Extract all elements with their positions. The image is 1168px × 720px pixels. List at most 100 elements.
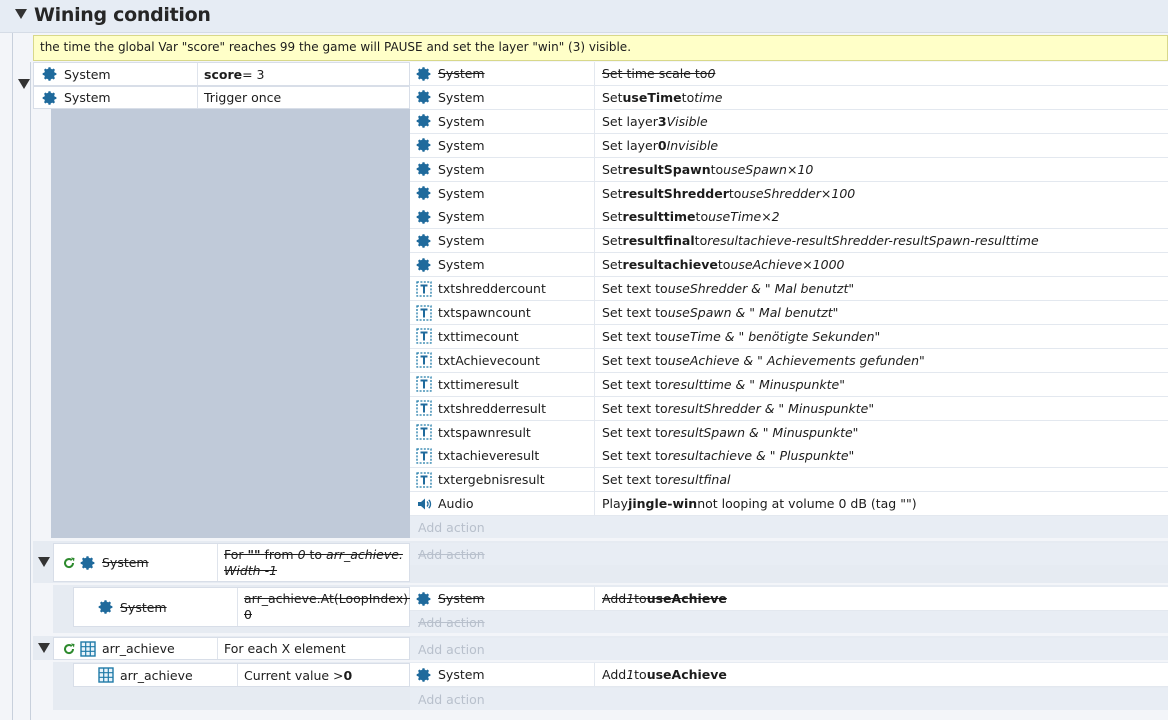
action-text: Set resultShredder to useShredder×100 <box>596 182 855 205</box>
action-text: Set resultSpawn to useSpawn×10 <box>596 158 813 181</box>
action-italic: resultfinal <box>667 472 731 488</box>
add-action-link[interactable]: Add action <box>410 611 1168 633</box>
action-pre: Set text to <box>602 328 668 344</box>
action-row[interactable]: System Set resultfinal to resultachieve-r… <box>410 229 1168 254</box>
action-object: System <box>410 157 595 181</box>
condition-row[interactable]: System Trigger once <box>33 86 410 109</box>
action-object: txtshredderresult <box>410 396 595 420</box>
action-italic: resultachieve-resultShredder-resultSpawn… <box>707 233 1039 249</box>
action-row[interactable]: System Set layer 0 Invisible <box>410 133 1168 158</box>
action-text: Set useTime to time <box>596 86 722 109</box>
action-object-name: System <box>438 233 485 249</box>
action-italic: useShredder & " Mal benutzt" <box>667 281 855 297</box>
action-pre: Set <box>602 89 623 105</box>
add-action-link[interactable]: Add action <box>410 543 1168 565</box>
for-end-line2: Width -1 <box>224 562 278 578</box>
condition-row[interactable]: System arr_achieve.At(LoopIndex) > 0 <box>73 587 422 627</box>
event-collapse-icon[interactable] <box>18 79 30 89</box>
condition-row[interactable]: arr_achieve For each X element <box>53 637 410 660</box>
action-text: Set text to useShredder & " Mal benutzt" <box>596 277 854 300</box>
action-object-name: System <box>438 257 485 273</box>
action-row[interactable]: txtspawncount Set text to useSpawn & " Ma… <box>410 301 1168 325</box>
action-object-name: System <box>438 667 485 682</box>
action-row[interactable]: txtshreddercount Set text to useShredder … <box>410 277 1168 302</box>
action-row[interactable]: System Set resultShredder to useShredder×… <box>410 181 1168 206</box>
action-mid: to <box>710 161 724 177</box>
compare-pre: Current value > <box>244 667 344 683</box>
speaker-icon <box>418 498 432 510</box>
action-row[interactable]: txttimecount Set text to useTime & " benö… <box>410 324 1168 349</box>
action-pre: Set <box>602 233 623 249</box>
collapse-triangle-icon[interactable] <box>15 9 27 19</box>
action-mid: not looping at volume 0 dB (tag "") <box>697 496 917 512</box>
action-row[interactable]: System Set resultSpawn to useSpawn×10 <box>410 157 1168 182</box>
action-italic: resulttime & " Minuspunkte" <box>667 376 845 392</box>
condition-row[interactable]: System score = 3 <box>33 62 410 86</box>
action-row[interactable]: System Set layer 3 Visible <box>410 109 1168 134</box>
condition-object: arr_achieve <box>54 638 218 659</box>
event-comment[interactable]: the time the global Var "score" reaches … <box>33 35 1168 61</box>
gear-icon <box>416 210 431 224</box>
action-row[interactable]: txtachieveresult Set text to resultachiev… <box>410 444 1168 469</box>
action-object: System <box>410 229 595 253</box>
action-text: Set layer 0 Invisible <box>596 134 718 157</box>
for-pre: For <box>224 546 248 562</box>
action-mid: to <box>728 185 742 201</box>
action-object-name: System <box>438 209 485 225</box>
action-text: Add 1 to useAchieve <box>596 663 727 686</box>
action-row[interactable]: txtAchievecount Set text to useAchieve & … <box>410 348 1168 373</box>
action-object: txtspawnresult <box>410 420 595 444</box>
action-italic: useShredder×100 <box>741 185 856 201</box>
add-action-link[interactable]: Add action <box>410 516 1168 538</box>
action-pre: Set text to <box>602 352 668 368</box>
action-text: Set resultachieve to useAchieve×1000 <box>596 253 844 276</box>
action-row[interactable]: System Set time scale to 0 <box>410 62 1168 86</box>
action-object-name: System <box>438 89 485 105</box>
action-object: System <box>410 109 595 133</box>
action-row[interactable]: txtshredderresult Set text to resultShred… <box>410 396 1168 421</box>
action-object-name: System <box>438 185 485 201</box>
event-collapse-icon[interactable] <box>38 643 50 653</box>
text-icon <box>416 424 432 440</box>
action-text: Set layer 3 Visible <box>596 110 708 133</box>
action-row[interactable]: System Add 1 to useAchieve <box>410 587 1168 611</box>
action-italic: time <box>694 89 723 105</box>
gear-icon <box>416 591 431 606</box>
condition-object-name: System <box>64 90 111 105</box>
action-row[interactable]: System Set resulttime to useTime×2 <box>410 205 1168 230</box>
gear-icon <box>42 67 57 81</box>
action-italic: resultachieve & " Pluspunkte" <box>667 448 855 464</box>
action-object: System <box>410 205 595 229</box>
action-object: txttimeresult <box>410 372 595 396</box>
action-row[interactable]: System Set resultachieve to useAchieve×10… <box>410 253 1168 278</box>
gear-icon <box>80 555 95 570</box>
action-pre: Play <box>602 496 629 512</box>
action-text: Set text to resultSpawn & " Minuspunkte" <box>596 421 858 444</box>
action-pre: Set <box>602 185 623 201</box>
condition-row[interactable]: arr_achieve Current value > 0 <box>73 663 410 687</box>
condition-row[interactable]: System For "" from 0 to arr_achieve. Wid… <box>53 543 410 582</box>
action-bold: useTime <box>622 89 682 105</box>
action-text: Set text to resulttime & " Minuspunkte" <box>596 373 845 396</box>
action-object: System <box>410 133 595 157</box>
action-object: txttimecount <box>410 324 595 348</box>
event-collapse-icon[interactable] <box>38 557 50 567</box>
action-object: txtergebnisresult <box>410 468 595 492</box>
action-row[interactable]: txtergebnisresult Set text to resultfinal <box>410 468 1168 493</box>
group-header[interactable]: Wining condition <box>0 0 1168 33</box>
gear-icon <box>416 186 431 200</box>
gear-icon <box>416 66 431 81</box>
action-row[interactable]: txtspawnresult Set text to resultSpawn & … <box>410 420 1168 445</box>
action-italic: useAchieve & " Achievements gefunden" <box>667 352 925 368</box>
for-mid: from <box>260 546 298 562</box>
add-action-link[interactable]: Add action <box>410 638 1168 660</box>
action-row[interactable]: txttimeresult Set text to resulttime & " … <box>410 372 1168 397</box>
action-bold: jingle-win <box>628 496 698 512</box>
add-action-link[interactable]: Add action <box>410 688 1168 710</box>
action-row[interactable]: System Add 1 to useAchieve <box>410 663 1168 687</box>
action-pre: Set text to <box>602 448 668 464</box>
action-row[interactable]: Audio Play jingle-win not looping at volu… <box>410 492 1168 517</box>
condition-object: System <box>54 544 218 581</box>
action-object-name: txtshredderresult <box>438 400 547 416</box>
action-row[interactable]: System Set useTime to time <box>410 85 1168 110</box>
